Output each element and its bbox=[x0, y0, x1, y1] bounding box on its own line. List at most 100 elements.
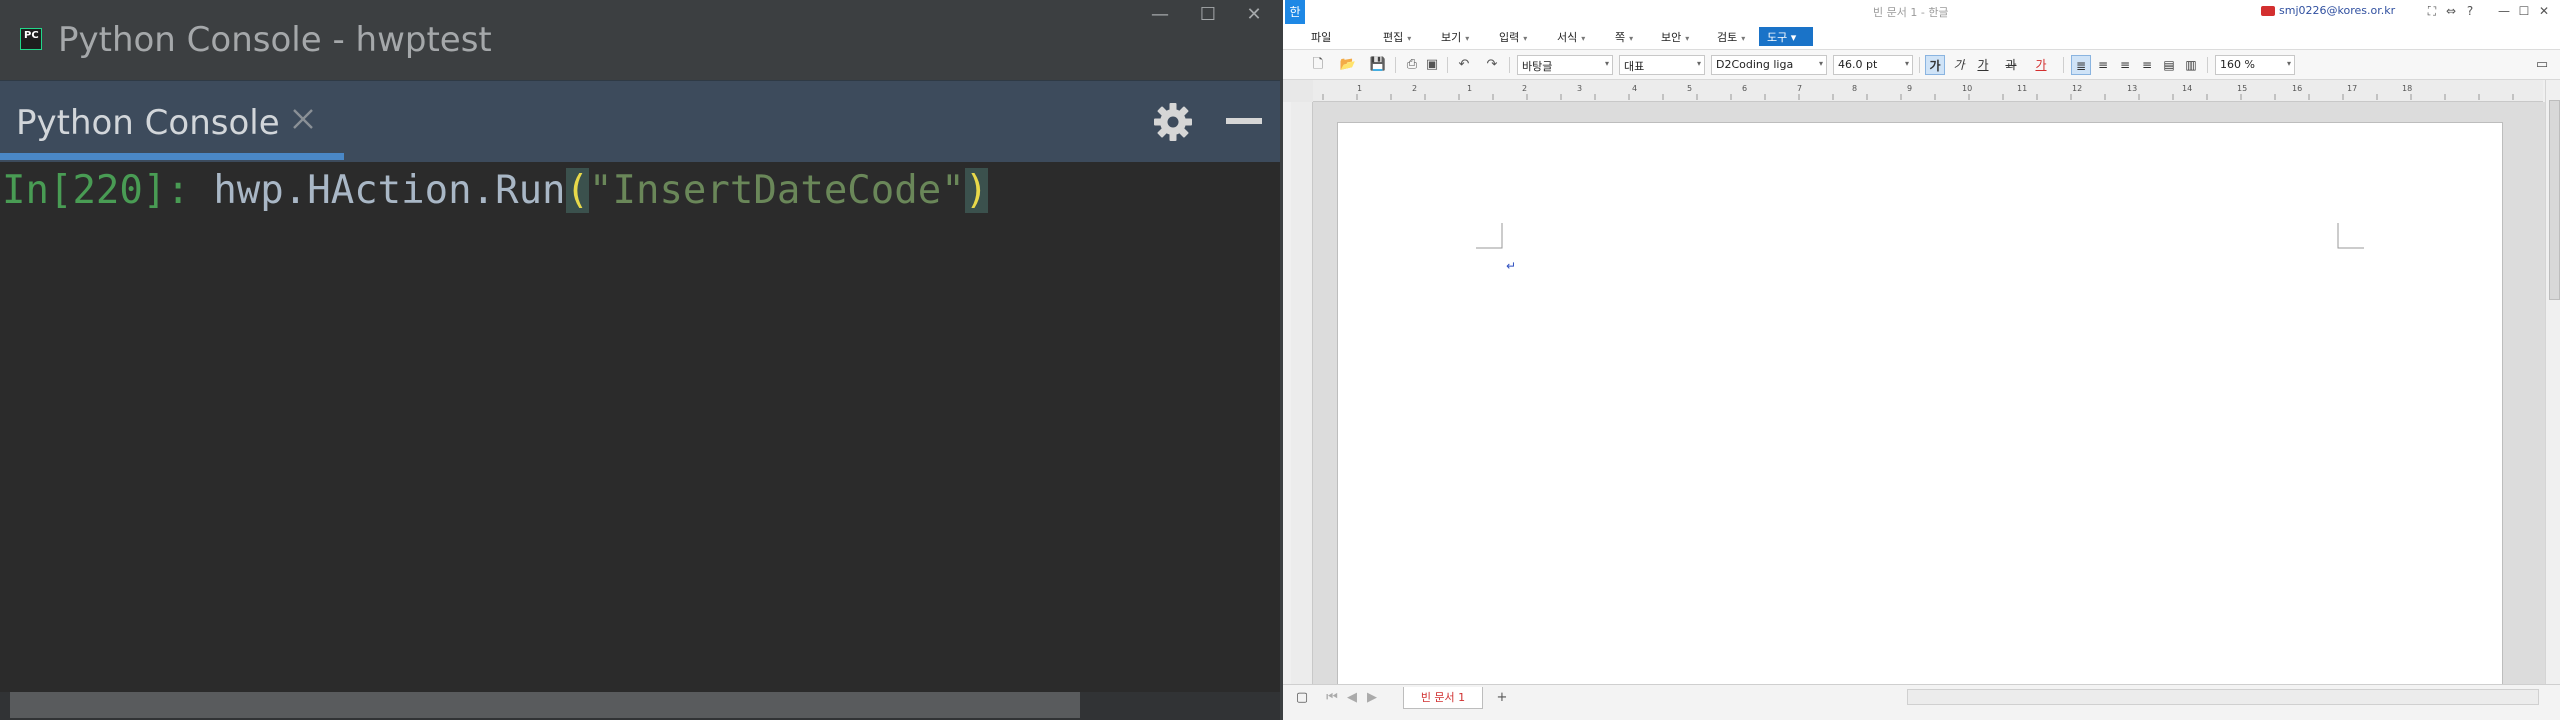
underline-button[interactable]: 가 bbox=[1973, 55, 1993, 75]
style-select[interactable]: 바탕글 ▾ bbox=[1517, 55, 1613, 75]
console-prompt: In[220]: bbox=[2, 168, 190, 213]
align-right-icon[interactable]: ≡ bbox=[2137, 55, 2157, 75]
layout-icon[interactable]: ⇔ bbox=[2442, 2, 2460, 20]
user-avatar bbox=[2261, 6, 2275, 16]
document-horizontal-scrollbar[interactable] bbox=[1907, 689, 2539, 705]
new-tab-button[interactable]: + bbox=[1493, 689, 1511, 707]
align-distribute-icon[interactable]: ▤ bbox=[2159, 55, 2179, 75]
gear-icon[interactable] bbox=[1153, 102, 1193, 142]
ruler-number: 3 bbox=[1577, 84, 1582, 93]
toolbar-separator bbox=[2207, 57, 2208, 73]
font-size-input[interactable]: 46.0 pt ▾ bbox=[1833, 55, 1913, 75]
toolbar-separator bbox=[1919, 57, 1920, 73]
ruler-number: 9 bbox=[1907, 84, 1912, 93]
prev-tab-icon[interactable]: ◀ bbox=[1343, 689, 1361, 707]
hide-panel-button[interactable] bbox=[1226, 118, 1262, 124]
python-console-window: PC Python Console - hwptest — ☐ ✕ Python… bbox=[0, 0, 1280, 720]
open-folder-icon[interactable]: 📂 bbox=[1339, 56, 1357, 74]
vertical-scroll-thumb[interactable] bbox=[2549, 100, 2560, 300]
print-icon[interactable]: ⎙ bbox=[1403, 56, 1421, 74]
document-canvas[interactable]: ↵ bbox=[1313, 102, 2545, 684]
doc-list-icon[interactable]: ▢ bbox=[1293, 689, 1311, 707]
console-window-title: Python Console - hwptest bbox=[58, 20, 492, 60]
window-minimize-button[interactable]: — bbox=[1140, 0, 1180, 30]
console-input-line: In[220]: hwp.HAction.Run("InsertDateCode… bbox=[2, 168, 989, 213]
redo-icon[interactable]: ↷ bbox=[1483, 56, 1501, 74]
new-document-icon[interactable]: 🗋 bbox=[1309, 56, 1327, 74]
document-vertical-scrollbar[interactable] bbox=[2545, 80, 2560, 684]
menu-input[interactable]: 입력 ▾ bbox=[1499, 29, 1527, 45]
italic-button[interactable]: 가 bbox=[1949, 55, 1969, 75]
close-paren: ) bbox=[964, 168, 989, 213]
ruler-number: 12 bbox=[2072, 84, 2082, 93]
console-output-area[interactable]: In[220]: hwp.HAction.Run("InsertDateCode… bbox=[0, 162, 1280, 692]
hwp-logo-icon[interactable]: 한 bbox=[1285, 0, 1305, 24]
menu-view[interactable]: 보기 ▾ bbox=[1441, 29, 1469, 45]
strikethrough-button[interactable]: 과 bbox=[2001, 55, 2021, 75]
string-argument: "InsertDateCode" bbox=[589, 168, 965, 213]
ruler-number: 15 bbox=[2237, 84, 2247, 93]
save-icon[interactable]: 💾 bbox=[1369, 56, 1387, 74]
ruler-number: 5 bbox=[1687, 84, 1692, 93]
font-color-button[interactable]: 가 bbox=[2031, 55, 2051, 75]
user-account[interactable]: smj0226@kores.or.kr bbox=[2279, 4, 2395, 17]
ruler-number: 2 bbox=[1412, 84, 1417, 93]
tab-close-icon[interactable] bbox=[289, 105, 317, 133]
pycharm-app-icon: PC bbox=[20, 28, 42, 50]
help-icon[interactable]: ? bbox=[2461, 2, 2479, 20]
align-left-icon[interactable]: ≡ bbox=[2093, 55, 2113, 75]
bold-button[interactable]: 가 bbox=[1925, 55, 1945, 75]
ruler-number: 11 bbox=[2017, 84, 2027, 93]
fullscreen-icon[interactable]: ⛶ bbox=[2423, 2, 2441, 20]
document-tab[interactable]: 빈 문서 1 bbox=[1403, 687, 1483, 709]
ruler-number: 1 bbox=[1467, 84, 1472, 93]
menu-page[interactable]: 쪽 ▾ bbox=[1615, 29, 1633, 45]
menu-edit[interactable]: 편집 ▾ bbox=[1383, 29, 1411, 45]
window-maximize-button[interactable]: ☐ bbox=[1188, 0, 1228, 30]
next-tab-icon[interactable]: ▶ bbox=[1363, 689, 1381, 707]
ruler-number: 18 bbox=[2402, 84, 2412, 93]
ruler-corner[interactable] bbox=[1283, 80, 1313, 102]
console-title-bar: PC Python Console - hwptest — ☐ ✕ bbox=[0, 0, 1280, 80]
tab-python-console[interactable]: Python Console bbox=[16, 103, 280, 143]
page-margin-marks bbox=[1476, 223, 2364, 249]
window-close-button[interactable]: ✕ bbox=[1234, 0, 1274, 30]
document-title: 빈 문서 1 - 한글 bbox=[1873, 6, 1949, 19]
horizontal-ruler[interactable]: 1 2 1 2 3 4 5 6 7 8 9 10 11 12 13 14 15 16 17 18 bbox=[1313, 80, 2543, 102]
zoom-input[interactable]: 160 % ▾ bbox=[2215, 55, 2295, 75]
ruler-number: 2 bbox=[1522, 84, 1527, 93]
print-preview-icon[interactable]: ▣ bbox=[1423, 56, 1441, 74]
toolbar-options-icon[interactable]: ▭ bbox=[2533, 56, 2551, 74]
first-tab-icon[interactable]: ⏮ bbox=[1323, 689, 1341, 707]
undo-icon[interactable]: ↶ bbox=[1455, 56, 1473, 74]
align-justify-icon[interactable]: ≣ bbox=[2071, 55, 2091, 75]
open-paren: ( bbox=[565, 168, 590, 213]
console-tab-bar: Python Console bbox=[0, 80, 1280, 162]
ruler-ticks: 1 2 1 2 3 4 5 6 7 8 9 10 11 12 13 14 15 16 17 18 bbox=[1322, 84, 2514, 100]
maximize-icon[interactable]: ☐ bbox=[2515, 2, 2533, 20]
vertical-ruler[interactable] bbox=[1291, 102, 1313, 684]
hwp-window: 한 빈 문서 1 - 한글 smj0226@kores.or.kr ⛶ ⇔ ? … bbox=[1280, 0, 2560, 720]
horizontal-scroll-thumb[interactable] bbox=[10, 692, 1080, 718]
document-tab-bar: ▢ ⏮ ◀ ▶ 빈 문서 1 + bbox=[1283, 684, 2560, 720]
menu-format[interactable]: 서식 ▾ bbox=[1557, 29, 1585, 45]
ruler-number: 10 bbox=[1962, 84, 1972, 93]
minimize-icon[interactable]: — bbox=[2495, 2, 2513, 20]
language-select[interactable]: 대표 ▾ bbox=[1619, 55, 1705, 75]
toolbar-separator bbox=[1447, 57, 1448, 73]
font-select[interactable]: D2Coding liga ▾ bbox=[1711, 55, 1827, 75]
menu-security[interactable]: 보안 ▾ bbox=[1661, 29, 1689, 45]
close-icon[interactable]: ✕ bbox=[2535, 2, 2553, 20]
menu-file[interactable]: 파일 bbox=[1311, 29, 1331, 45]
document-page[interactable]: ↵ bbox=[1337, 122, 2503, 684]
paragraph-mark: ↵ bbox=[1506, 259, 1517, 273]
align-divide-icon[interactable]: ▥ bbox=[2181, 55, 2201, 75]
ruler-number: 8 bbox=[1852, 84, 1857, 93]
menu-tools[interactable]: 도구 ▾ bbox=[1759, 27, 1813, 46]
ruler-number: 17 bbox=[2347, 84, 2357, 93]
hwp-formatting-toolbar: 🗋 📂 💾 ⎙ ▣ ↶ ↷ 바탕글 ▾ 대표 ▾ D2Coding liga ▾ 46… bbox=[1283, 50, 2560, 80]
ruler-number: 14 bbox=[2182, 84, 2192, 93]
menu-review[interactable]: 검토 ▾ bbox=[1717, 29, 1745, 45]
align-center-icon[interactable]: ≡ bbox=[2115, 55, 2135, 75]
ruler-number: 6 bbox=[1742, 84, 1747, 93]
